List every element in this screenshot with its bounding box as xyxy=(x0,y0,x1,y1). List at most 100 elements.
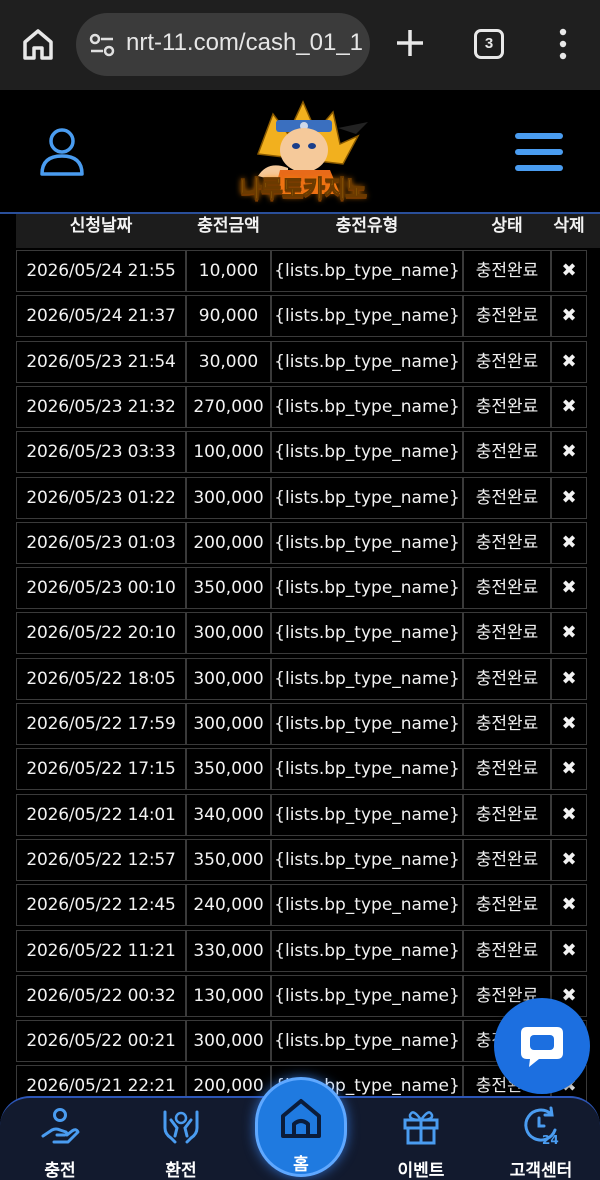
table-row: 2026/05/23 21:54 30,000 {lists.bp_type_nam… xyxy=(16,341,600,383)
svg-text:24: 24 xyxy=(542,1133,559,1146)
cell-date: 2026/05/22 14:01 xyxy=(16,794,186,836)
delete-row-button[interactable]: ✖ xyxy=(551,386,587,428)
delete-row-button[interactable]: ✖ xyxy=(551,839,587,881)
cell-amount: 300,000 xyxy=(186,703,271,745)
nav-support-label: 고객센터 xyxy=(509,1161,573,1180)
cell-type: {lists.bp_type_name} xyxy=(271,794,463,836)
cell-type: {lists.bp_type_name} xyxy=(271,522,463,564)
user-icon[interactable] xyxy=(36,126,88,178)
cell-type: {lists.bp_type_name} xyxy=(271,930,463,972)
nav-home[interactable]: 홈 xyxy=(255,1077,347,1177)
nav-charge[interactable]: 충전 xyxy=(5,1098,115,1180)
cell-type: {lists.bp_type_name} xyxy=(271,748,463,790)
more-vert-icon[interactable] xyxy=(556,28,570,60)
cell-status: 충전완료 xyxy=(463,930,551,972)
cell-amount: 350,000 xyxy=(186,748,271,790)
delete-row-button[interactable]: ✖ xyxy=(551,703,587,745)
cell-type: {lists.bp_type_name} xyxy=(271,884,463,926)
table-row: 2026/05/22 17:15 350,000 {lists.bp_type_na… xyxy=(16,748,600,790)
delete-row-button[interactable]: ✖ xyxy=(551,930,587,972)
delete-row-button[interactable]: ✖ xyxy=(551,431,587,473)
nav-home-label: 홈 xyxy=(293,1155,309,1175)
cell-date: 2026/05/23 03:33 xyxy=(16,431,186,473)
cell-amount: 10,000 xyxy=(186,250,271,292)
site-settings-icon[interactable] xyxy=(89,33,115,57)
cell-date: 2026/05/22 18:05 xyxy=(16,658,186,700)
cell-status: 충전완료 xyxy=(463,386,551,428)
table-row: 2026/05/22 12:57 350,000 {lists.bp_type_na… xyxy=(16,839,600,881)
nav-support[interactable]: 24 고객센터 xyxy=(486,1098,596,1180)
cell-status: 충전완료 xyxy=(463,794,551,836)
cell-amount: 300,000 xyxy=(186,658,271,700)
delete-row-button[interactable]: ✖ xyxy=(551,748,587,790)
cell-type: {lists.bp_type_name} xyxy=(271,250,463,292)
cell-amount: 100,000 xyxy=(186,431,271,473)
cell-date: 2026/05/23 01:03 xyxy=(16,522,186,564)
cell-amount: 300,000 xyxy=(186,477,271,519)
cell-type: {lists.bp_type_name} xyxy=(271,612,463,654)
cell-date: 2026/05/23 00:10 xyxy=(16,567,186,609)
delete-row-button[interactable]: ✖ xyxy=(551,794,587,836)
cell-status: 충전완료 xyxy=(463,612,551,654)
table-row: 2026/05/23 01:03 200,000 {lists.bp_type_na… xyxy=(16,522,600,564)
delete-row-button[interactable]: ✖ xyxy=(551,341,587,383)
cell-status: 충전완료 xyxy=(463,431,551,473)
site-header: 나루토카지노 xyxy=(0,90,600,214)
hands-exchange-icon xyxy=(163,1110,199,1144)
url-text: nrt-11.com/cash_01_1 xyxy=(126,29,364,56)
browser-home-icon[interactable] xyxy=(22,27,54,61)
hamburger-menu-icon[interactable] xyxy=(513,130,565,174)
cell-date: 2026/05/22 20:10 xyxy=(16,612,186,654)
cell-amount: 330,000 xyxy=(186,930,271,972)
table-row: 2026/05/23 03:33 100,000 {lists.bp_type_na… xyxy=(16,431,600,473)
tab-switcher-button[interactable]: 3 xyxy=(474,29,504,59)
nav-exchange[interactable]: 환전 xyxy=(126,1098,236,1180)
cell-date: 2026/05/22 12:57 xyxy=(16,839,186,881)
table-row: 2026/05/22 11:21 330,000 {lists.bp_type_na… xyxy=(16,930,600,972)
cell-status: 충전완료 xyxy=(463,839,551,881)
home-icon xyxy=(281,1099,321,1138)
logo-text: 나루토카지노 xyxy=(239,175,367,204)
cell-type: {lists.bp_type_name} xyxy=(271,386,463,428)
table-header: 신청날짜 충전금액 충전유형 상태 삭제 xyxy=(16,214,600,248)
gift-icon xyxy=(403,1111,439,1145)
cell-status: 충전완료 xyxy=(463,658,551,700)
column-header-status: 상태 xyxy=(491,216,523,236)
cell-date: 2026/05/23 21:54 xyxy=(16,341,186,383)
chat-bubble-icon xyxy=(521,1027,563,1067)
delete-row-button[interactable]: ✖ xyxy=(551,658,587,700)
cell-status: 충전완료 xyxy=(463,250,551,292)
cell-type: {lists.bp_type_name} xyxy=(271,477,463,519)
cell-amount: 240,000 xyxy=(186,884,271,926)
cell-amount: 270,000 xyxy=(186,386,271,428)
cell-date: 2026/05/22 17:15 xyxy=(16,748,186,790)
cell-amount: 30,000 xyxy=(186,341,271,383)
delete-row-button[interactable]: ✖ xyxy=(551,612,587,654)
cell-status: 충전완료 xyxy=(463,295,551,337)
table-row: 2026/05/23 00:10 350,000 {lists.bp_type_na… xyxy=(16,567,600,609)
cell-amount: 350,000 xyxy=(186,567,271,609)
cell-amount: 340,000 xyxy=(186,794,271,836)
table-row: 2026/05/22 14:01 340,000 {lists.bp_type_na… xyxy=(16,794,600,836)
cell-amount: 130,000 xyxy=(186,975,271,1017)
delete-row-button[interactable]: ✖ xyxy=(551,567,587,609)
delete-row-button[interactable]: ✖ xyxy=(551,522,587,564)
site-logo[interactable]: 나루토카지노 xyxy=(218,94,388,210)
nav-event[interactable]: 이벤트 xyxy=(366,1098,476,1180)
nav-event-label: 이벤트 xyxy=(397,1161,445,1180)
table-row: 2026/05/24 21:37 90,000 {lists.bp_type_nam… xyxy=(16,295,600,337)
address-bar[interactable]: nrt-11.com/cash_01_1 xyxy=(76,13,370,76)
cell-type: {lists.bp_type_name} xyxy=(271,567,463,609)
delete-row-button[interactable]: ✖ xyxy=(551,295,587,337)
column-header-date: 신청날짜 xyxy=(69,216,133,236)
live-chat-button[interactable] xyxy=(494,998,590,1094)
delete-row-button[interactable]: ✖ xyxy=(551,477,587,519)
hand-coin-icon xyxy=(41,1108,80,1144)
delete-row-button[interactable]: ✖ xyxy=(551,884,587,926)
cell-status: 충전완료 xyxy=(463,884,551,926)
new-tab-icon[interactable] xyxy=(395,28,425,58)
cell-type: {lists.bp_type_name} xyxy=(271,431,463,473)
cell-status: 충전완료 xyxy=(463,567,551,609)
delete-row-button[interactable]: ✖ xyxy=(551,250,587,292)
column-header-amount: 충전금액 xyxy=(197,216,260,236)
